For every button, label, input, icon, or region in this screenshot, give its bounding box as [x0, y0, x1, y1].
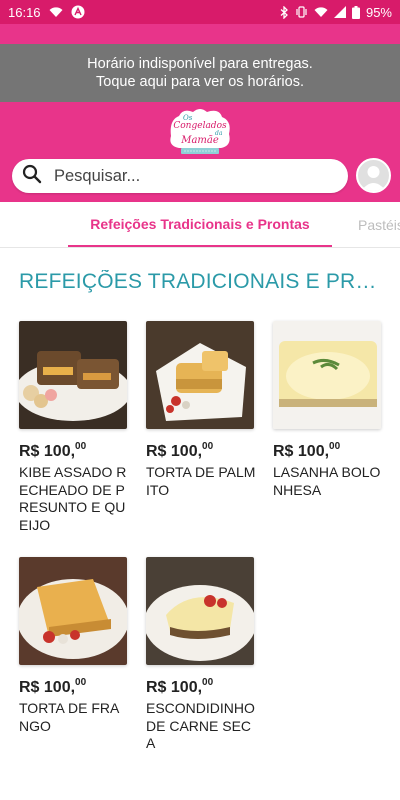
section-title: REFEIÇÕES TRADICIONAIS E PRONTAS [19, 270, 381, 293]
product-name: KIBE ASSADO RECHEADO DE PRESUNTO E QUEIJ… [19, 464, 127, 533]
product-card[interactable]: R$ 100,00 LASANHA BOLONHESA [273, 321, 383, 499]
product-image-escondidinho [146, 557, 254, 665]
product-card[interactable]: R$ 100,00 TORTA DE FRANGO [19, 557, 129, 735]
product-price: R$ 100,00 [273, 441, 341, 460]
search-input[interactable] [54, 166, 324, 186]
battery-icon [351, 5, 360, 19]
banner-line-1: Horário indisponível para entregas. [87, 56, 313, 72]
product-name: TORTA DE FRANGO [19, 700, 120, 734]
tab-pasteis[interactable]: Pastéis [358, 202, 400, 247]
wifi-icon [49, 6, 63, 18]
cell-signal-icon [333, 6, 346, 18]
product-price: R$ 100,00 [146, 441, 214, 460]
product-price: R$ 100,00 [146, 677, 214, 696]
product-image-lasanha [273, 321, 381, 429]
brand-logo: Os Congelados da Mamãe [165, 106, 235, 158]
product-name: ESCONDIDINHO DE CARNE SECA [146, 700, 255, 751]
product-card[interactable]: R$ 100,00 KIBE ASSADO RECHEADO DE PRESUN… [19, 321, 129, 534]
product-name: TORTA DE PALMITO [146, 464, 256, 498]
delivery-hours-banner[interactable]: Horário indisponível para entregas. Toqu… [0, 44, 400, 102]
status-time: 16:16 [8, 4, 41, 20]
product-card[interactable]: R$ 100,00 TORTA DE PALMITO [146, 321, 256, 499]
product-price: R$ 100,00 [19, 677, 87, 696]
product-card[interactable]: R$ 100,00 ESCONDIDINHO DE CARNE SECA [146, 557, 256, 753]
tab-refeicoes[interactable]: Refeições Tradicionais e Prontas [68, 202, 332, 247]
search-bar[interactable] [12, 159, 348, 193]
avatar[interactable] [356, 158, 391, 193]
product-image-torta-palmito [146, 321, 254, 429]
banner-line-2: Toque aqui para ver os horários. [96, 74, 304, 90]
svg-text:Mamãe: Mamãe [180, 135, 219, 146]
app-header: Os Congelados da Mamãe [0, 102, 400, 202]
product-name: LASANHA BOLONHESA [273, 464, 381, 498]
battery-percent: 95% [365, 4, 392, 20]
wifi-signal-icon [314, 6, 328, 18]
product-image-kibe [19, 321, 127, 429]
search-icon [22, 164, 42, 189]
top-strip [0, 24, 400, 44]
product-price: R$ 100,00 [19, 441, 87, 460]
vibrate-icon [295, 6, 308, 18]
product-image-torta-frango [19, 557, 127, 665]
category-tabs: Refeições Tradicionais e Prontas Pastéis [0, 202, 400, 248]
app-notification-icon [71, 5, 85, 19]
status-bar: 16:16 95% [0, 0, 400, 24]
bluetooth-icon [280, 5, 289, 19]
